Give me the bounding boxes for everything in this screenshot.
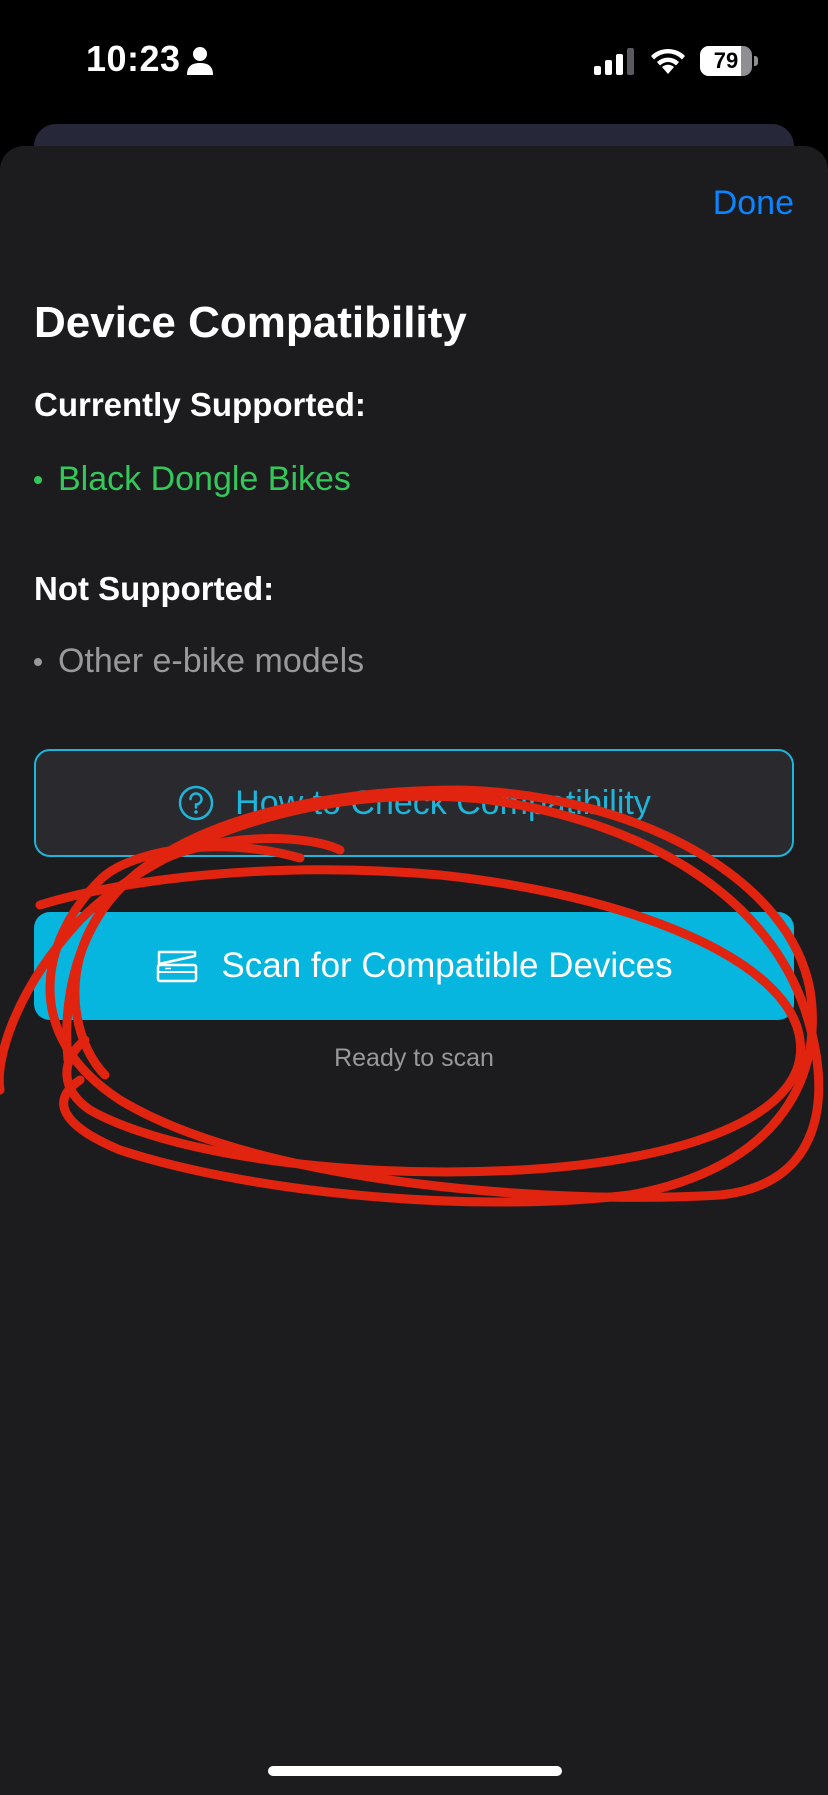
wifi-icon [651, 48, 685, 74]
home-indicator [268, 1766, 562, 1776]
scan-status-text: Ready to scan [334, 1044, 494, 1072]
supported-heading: Currently Supported: [34, 386, 366, 423]
supported-item-label: Black Dongle Bikes [58, 460, 351, 498]
compatibility-sheet: Done Device Compatibility Currently Supp… [0, 146, 828, 1795]
supported-list-item: Black Dongle Bikes [34, 460, 351, 499]
status-bar: 10:23 79 [0, 0, 828, 120]
page-title: Device Compatibility [34, 298, 467, 347]
scan-button-label: Scan for Compatible Devices [221, 946, 673, 985]
screen: 10:23 79 Done Device Compatibility Curre… [0, 0, 828, 1795]
battery-tip [754, 56, 758, 66]
not-supported-item-label: Other e-bike models [58, 642, 365, 680]
question-circle-icon [178, 785, 214, 821]
scanner-icon [157, 950, 198, 983]
status-time: 10:23 [86, 38, 181, 79]
not-supported-heading: Not Supported: [34, 570, 275, 607]
not-supported-list-item: Other e-bike models [34, 642, 364, 681]
cellular-signal-icon [594, 48, 634, 75]
how-to-check-compatibility-button[interactable]: How to Check Compatibility [34, 749, 794, 857]
bullet-icon [34, 475, 42, 484]
scan-for-devices-button[interactable]: Scan for Compatible Devices [34, 912, 794, 1020]
check-button-label: How to Check Compatibility [235, 783, 651, 822]
battery-body: 79 [700, 46, 752, 76]
bullet-icon [34, 657, 42, 666]
battery-icon: 79 [700, 46, 758, 76]
battery-percent: 79 [713, 48, 739, 73]
person-icon [187, 47, 213, 75]
done-button[interactable]: Done [713, 184, 794, 223]
